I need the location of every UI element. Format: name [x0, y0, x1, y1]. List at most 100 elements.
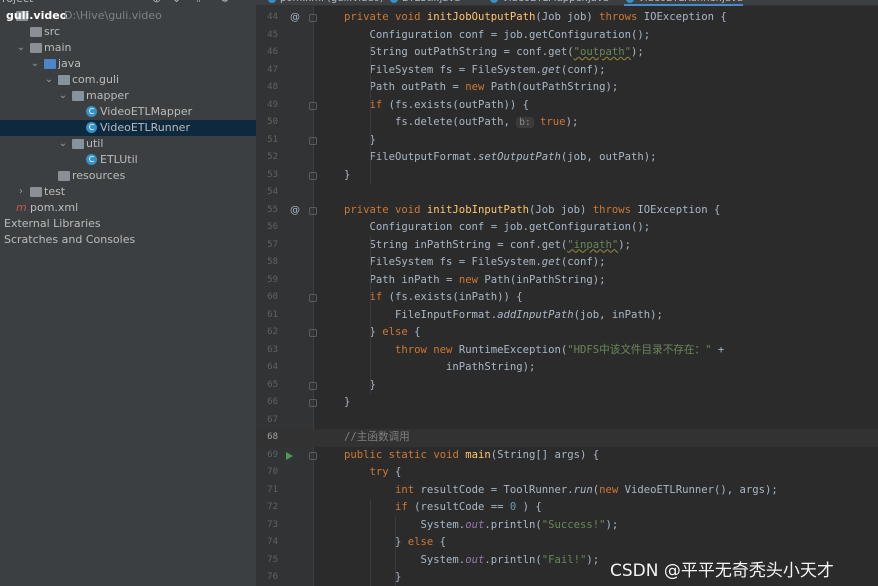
- tree-item[interactable]: C VideoETLMapper: [0, 104, 256, 120]
- code-line: String outPathString = conf.get("outpath…: [344, 46, 644, 58]
- fold-marker-icon[interactable]: [309, 399, 317, 407]
- line-number: 70: [267, 467, 278, 477]
- code-line: if (fs.exists(outPath)) {: [369, 98, 529, 111]
- tree-item[interactable]: m pom.xml: [0, 200, 256, 216]
- tree-item[interactable]: › test: [0, 184, 256, 200]
- code-line: FileSystem fs = FileSystem.get(conf);: [344, 63, 606, 76]
- chevron-down-icon[interactable]: ⌄: [58, 88, 68, 104]
- fold-marker-icon[interactable]: [309, 329, 317, 337]
- tree-item[interactable]: External Libraries: [0, 216, 256, 232]
- java-class-icon: C: [86, 154, 97, 165]
- line-number: 60: [267, 292, 278, 302]
- file-icon: [626, 0, 634, 3]
- run-icon[interactable]: [286, 451, 293, 460]
- line-number: 58: [267, 257, 278, 267]
- line-number: 47: [267, 64, 278, 75]
- line-number: 63: [267, 344, 278, 355]
- tree-item[interactable]: src: [0, 24, 256, 40]
- tree-item[interactable]: C ETLUtil: [0, 152, 256, 168]
- watermark: CSDN @平平无奇秃头小天才: [610, 561, 834, 581]
- fold-marker-icon[interactable]: [309, 101, 317, 110]
- fold-marker-icon[interactable]: [309, 451, 317, 460]
- tree-item-label: External Libraries: [4, 217, 101, 230]
- fold-marker-icon[interactable]: [309, 206, 317, 215]
- line-number: 66: [267, 397, 278, 407]
- tree-item-label: pom.xml: [30, 201, 79, 214]
- code-line: public static void main(String[] args) {: [344, 448, 600, 461]
- code-line: }: [344, 168, 351, 181]
- project-panel-title: roject: [0, 0, 256, 6]
- chevron-right-icon[interactable]: ›: [16, 184, 26, 200]
- tree-item-label: test: [44, 185, 66, 198]
- tree-item[interactable]: ⌄ mapper: [0, 88, 256, 104]
- code-line: //主函数调用: [344, 431, 410, 443]
- line-number: 56: [267, 222, 278, 232]
- project-tool-window: roject ⊕ ⇓ ⇑ ⚙ guli.videoD:\Hive\guli.vi…: [0, 0, 256, 586]
- tree-item-label: com.guli: [72, 73, 120, 86]
- tab-label: VideoETLMapper.java: [502, 0, 609, 4]
- chevron-down-icon[interactable]: ⌄: [30, 56, 40, 72]
- chevron-down-icon[interactable]: ⌄: [44, 72, 54, 88]
- expand-all-icon[interactable]: ⇑: [194, 0, 203, 5]
- code-line: if (resultCode == 0 ) {: [395, 501, 542, 513]
- line-number: 57: [267, 239, 278, 250]
- indent-guide: [395, 516, 396, 586]
- chevron-down-icon[interactable]: ⌄: [16, 40, 26, 56]
- code-line: }: [344, 378, 376, 391]
- code-line: try {: [369, 466, 402, 478]
- line-number: 67: [267, 414, 278, 425]
- line-number: 44: [267, 12, 278, 22]
- fold-marker-icon[interactable]: [309, 171, 317, 180]
- fold-marker-icon[interactable]: [309, 14, 317, 22]
- code-line: System.out.println("Fail!");: [344, 553, 600, 566]
- line-number: 71: [267, 484, 278, 495]
- file-icon: [390, 0, 398, 3]
- fold-marker-icon[interactable]: [309, 294, 317, 302]
- code-line: }: [344, 571, 402, 583]
- indent-guide: [370, 499, 371, 586]
- tree-item-label: util: [86, 137, 104, 150]
- chevron-down-icon[interactable]: ⌄: [58, 136, 68, 152]
- line-number: 61: [267, 309, 278, 320]
- tree-item-label: resources: [72, 169, 126, 182]
- tree-item[interactable]: ⌄ util: [0, 136, 256, 152]
- tree-item[interactable]: guli.video D:\Hive\guli.video: [0, 8, 256, 24]
- code-line: int resultCode = ToolRunner.run(new Vide…: [395, 483, 778, 496]
- tree-item[interactable]: Scratches and Consoles: [0, 232, 256, 248]
- tab-label: VideoETLRunner.java: [638, 0, 743, 4]
- line-number: 75: [267, 554, 278, 565]
- code-line: }: [344, 396, 351, 408]
- line-number: 72: [267, 502, 278, 512]
- tree-item-label: ETLUtil: [100, 153, 138, 166]
- override-marker-icon[interactable]: @: [290, 202, 300, 220]
- collapse-all-icon[interactable]: ⇓: [172, 0, 181, 5]
- tree-item-label: Scratches and Consoles: [4, 233, 136, 246]
- line-number: 45: [267, 29, 278, 40]
- fold-marker-icon[interactable]: [309, 136, 317, 145]
- tree-item-label: VideoETLMapper: [100, 105, 193, 118]
- maven-icon: m: [16, 201, 27, 214]
- line-number: 51: [267, 134, 278, 145]
- tree-item[interactable]: C VideoETLRunner: [0, 120, 256, 136]
- line-number: 50: [267, 117, 278, 127]
- code-line: private void initJobInputPath(Job job) t…: [344, 203, 721, 216]
- folder-icon: [30, 43, 42, 53]
- gear-icon[interactable]: ⚙: [220, 0, 230, 5]
- override-marker-icon[interactable]: @: [290, 9, 300, 27]
- tree-item-label: main: [44, 41, 72, 54]
- target-icon[interactable]: ⊕: [152, 0, 161, 5]
- folder-icon: [30, 27, 42, 37]
- tree-item[interactable]: ⌄ com.guli: [0, 72, 256, 88]
- code-line: inPathString);: [344, 361, 536, 373]
- file-icon: [268, 0, 276, 3]
- code-line: Path outPath = new Path(outPathString);: [344, 81, 619, 93]
- code-line: FileOutputFormat.setOutputPath(job, outP…: [344, 151, 657, 163]
- project-path: D:\Hive\guli.video: [64, 9, 162, 22]
- tree-item[interactable]: ⌄ java: [0, 56, 256, 72]
- folder-icon: [58, 75, 70, 85]
- line-number: 48: [267, 82, 278, 92]
- tree-item[interactable]: ⌄ main: [0, 40, 256, 56]
- fold-marker-icon[interactable]: [309, 381, 317, 390]
- code-line: throw new RuntimeException("HDFS中该文件目录不存…: [395, 343, 725, 356]
- tree-item[interactable]: resources: [0, 168, 256, 184]
